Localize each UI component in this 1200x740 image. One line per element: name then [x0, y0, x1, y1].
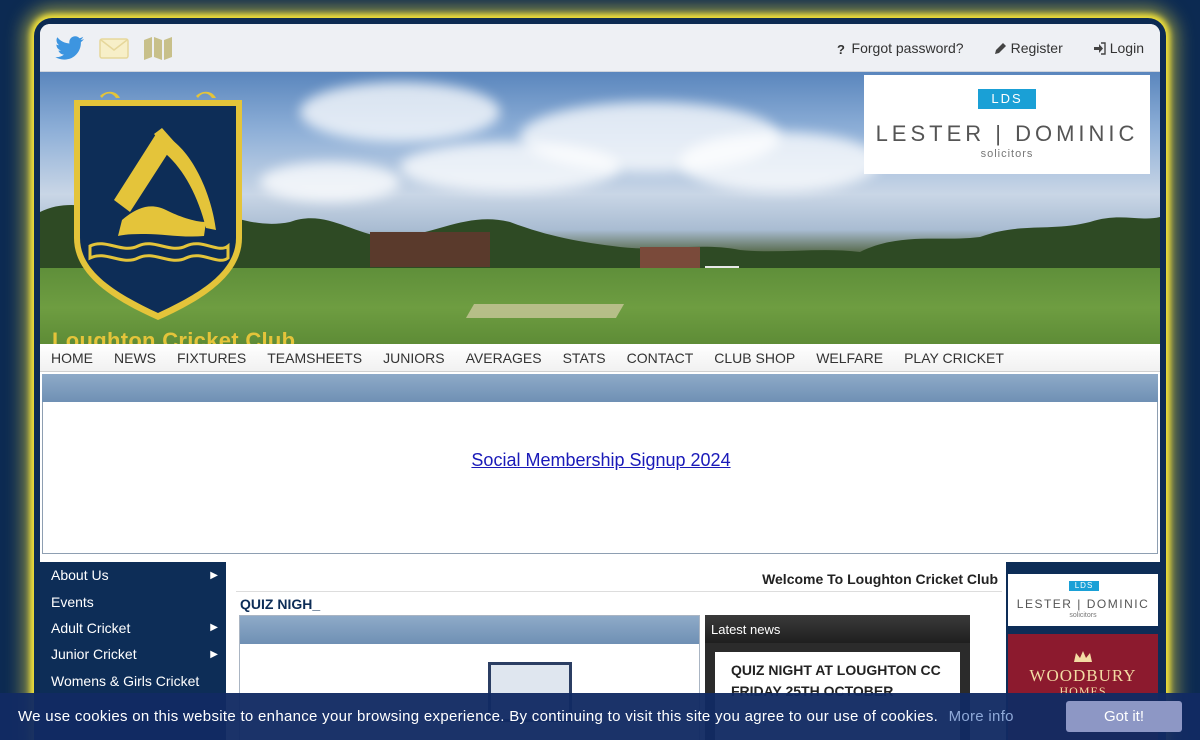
- nav-fixtures[interactable]: FIXTURES: [177, 350, 246, 366]
- login-link[interactable]: Login: [1093, 40, 1144, 56]
- sponsor-name: LESTER | DOMINIC: [875, 121, 1139, 146]
- sidebar-item-about-us[interactable]: About Us ▶: [40, 562, 226, 588]
- panel-header-stripe: [42, 374, 1158, 402]
- sponsor-name: LESTER | DOMINIC: [1016, 597, 1150, 611]
- sponsor-subtitle: solicitors: [980, 148, 1034, 160]
- arrow-right-icon: ▶: [210, 622, 218, 634]
- cloud: [300, 82, 500, 142]
- site-frame: ? Forgot password? Register Login Lought…: [40, 24, 1160, 740]
- social-links: [54, 35, 174, 61]
- mail-icon[interactable]: [98, 35, 130, 61]
- cloud: [400, 142, 620, 192]
- arrow-right-icon: ▶: [210, 569, 218, 581]
- quiz-panel-header: [240, 616, 699, 644]
- cookie-banner: We use cookies on this website to enhanc…: [0, 693, 1200, 740]
- forgot-password-label: Forgot password?: [851, 40, 964, 56]
- sidebar-item-label: Junior Cricket: [51, 646, 137, 663]
- map-icon[interactable]: [142, 35, 174, 61]
- arrow-right-icon: ▶: [210, 648, 218, 660]
- nav-stats[interactable]: STATS: [563, 350, 606, 366]
- main-nav: HOME NEWS FIXTURES TEAMSHEETS JUNIORS AV…: [40, 344, 1160, 372]
- nav-club-shop[interactable]: CLUB SHOP: [714, 350, 795, 366]
- sidebar-item-womens-girls-cricket[interactable]: Womens & Girls Cricket: [40, 668, 226, 694]
- sidebar-item-junior-cricket[interactable]: Junior Cricket ▶: [40, 641, 226, 667]
- nav-welfare[interactable]: WELFARE: [816, 350, 883, 366]
- login-label: Login: [1109, 40, 1144, 56]
- nav-averages[interactable]: AVERAGES: [466, 350, 542, 366]
- nav-play-cricket[interactable]: PLAY CRICKET: [904, 350, 1004, 366]
- question-icon: ?: [837, 42, 845, 55]
- nav-juniors[interactable]: JUNIORS: [383, 350, 444, 366]
- sidebar-item-label: Adult Cricket: [51, 619, 131, 636]
- cookie-text: We use cookies on this website to enhanc…: [18, 708, 939, 725]
- club-crest-logo: [74, 91, 242, 320]
- sidebar-item-label: About Us: [51, 567, 109, 584]
- register-link[interactable]: Register: [994, 40, 1063, 56]
- social-membership-link[interactable]: Social Membership Signup 2024: [43, 450, 1159, 471]
- sidebar-item-events[interactable]: Events: [40, 588, 226, 614]
- nav-news[interactable]: NEWS: [114, 350, 156, 366]
- promo-panel: Social Membership Signup 2024: [42, 402, 1158, 554]
- account-links: ? Forgot password? Register Login: [835, 40, 1144, 56]
- sponsor-name: WOODBURY: [1029, 666, 1137, 685]
- nav-contact[interactable]: CONTACT: [627, 350, 694, 366]
- quiz-heading: QUIZ NIGH_: [240, 596, 321, 612]
- register-label: Register: [1010, 40, 1063, 56]
- sidebar-item-label: Events: [51, 593, 94, 610]
- lds-badge: LDS: [1069, 581, 1099, 591]
- more-info-link[interactable]: More info: [949, 708, 1014, 725]
- welcome-heading-bar: Welcome To Loughton Cricket Club: [236, 566, 1002, 592]
- latest-news-heading: Latest news: [705, 615, 970, 643]
- cookie-message: We use cookies on this website to enhanc…: [18, 708, 1014, 725]
- login-icon: [1093, 41, 1106, 55]
- nav-home[interactable]: HOME: [51, 350, 93, 366]
- twitter-icon[interactable]: [54, 35, 86, 61]
- nav-teamsheets[interactable]: TEAMSHEETS: [267, 350, 362, 366]
- pencil-icon: [994, 42, 1006, 54]
- cloud: [680, 132, 880, 192]
- header-banner: Loughton Cricket Club LDS LESTER | DOMIN…: [40, 72, 1160, 344]
- sponsor-subtitle: solicitors: [1069, 612, 1097, 619]
- welcome-title: Welcome To Loughton Cricket Club: [762, 571, 998, 587]
- lds-badge: LDS: [978, 89, 1036, 109]
- top-bar: ? Forgot password? Register Login: [40, 24, 1160, 72]
- sponsor-ad-lester-dominic[interactable]: LDS LESTER | DOMINIC solicitors: [1008, 574, 1158, 626]
- forgot-password-link[interactable]: ? Forgot password?: [835, 40, 964, 56]
- sponsor-banner-lester-dominic[interactable]: LDS LESTER | DOMINIC solicitors: [864, 75, 1150, 174]
- sidebar-item-adult-cricket[interactable]: Adult Cricket ▶: [40, 615, 226, 641]
- got-it-button[interactable]: Got it!: [1066, 701, 1182, 732]
- crown-icon: [1074, 651, 1092, 662]
- svg-text:?: ?: [837, 42, 845, 55]
- club-title: Loughton Cricket Club: [52, 328, 296, 344]
- sidebar-item-label: Womens & Girls Cricket: [51, 672, 200, 689]
- cricket-pitch: [465, 304, 625, 318]
